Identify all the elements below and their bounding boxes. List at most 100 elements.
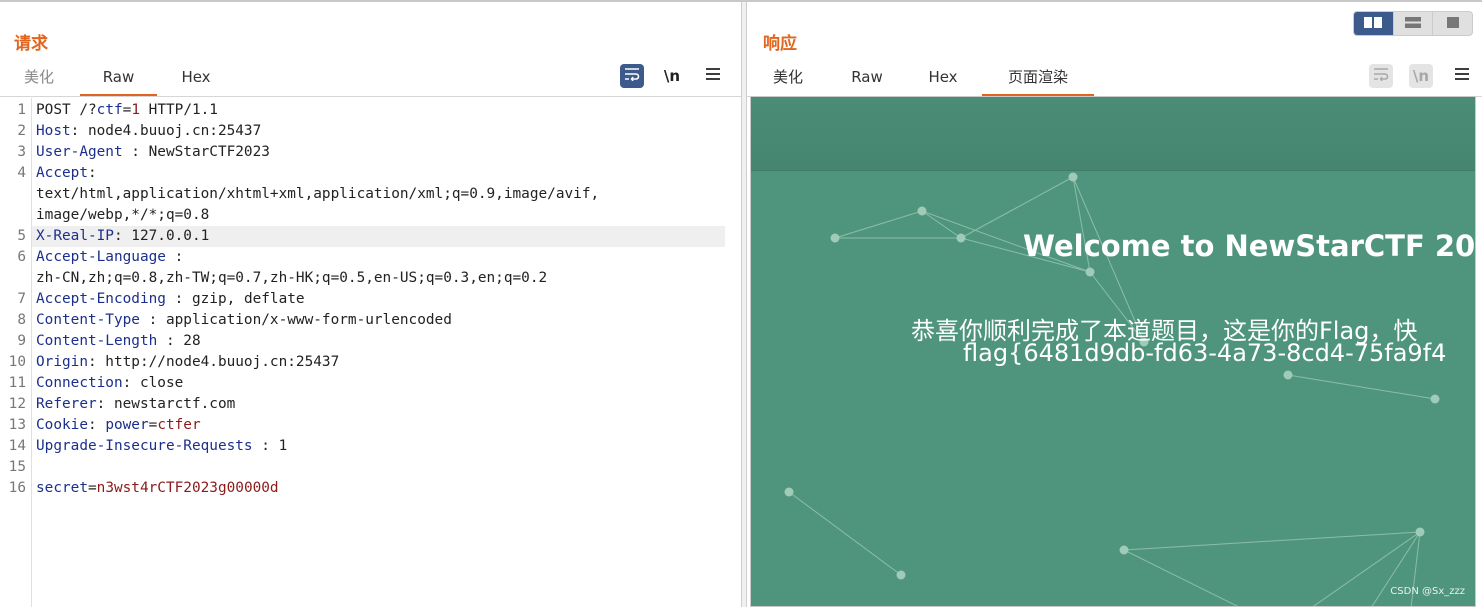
line-number: 12 xyxy=(8,396,26,412)
request-pane: 请求 美化 Raw Hex \n 1 POST /?ctf=1 HTTP/1.1 2… xyxy=(0,2,741,607)
single-pane-button[interactable] xyxy=(1432,12,1472,35)
request-editor[interactable]: 1 POST /?ctf=1 HTTP/1.1 2 Host: node4.buuoj… xyxy=(0,98,741,607)
syntax-text: : 1 xyxy=(252,438,288,454)
code-line[interactable]: 16 secret=n3wst4rCTF2023g00000d xyxy=(0,478,741,499)
code-text: Accept-Language : xyxy=(36,247,183,268)
code-text: Origin: http://node4.buuoj.cn:25437 xyxy=(36,352,339,373)
response-wrap-lines-button[interactable] xyxy=(1369,64,1393,88)
wrapped-line-continuation: image/webp,*/*;q=0.8 xyxy=(36,207,210,223)
code-line[interactable]: 12 Referer: newstarctf.com xyxy=(0,394,741,415)
code-text: Cookie: power=ctfer xyxy=(36,415,201,436)
response-show-newlines-button[interactable]: \n xyxy=(1409,64,1433,88)
split-rows-button[interactable] xyxy=(1392,12,1433,35)
hamburger-menu-icon xyxy=(706,67,720,85)
rendered-flag-text: flag{6481d9db-fd63-4a73-8cd4-75fa9f4 xyxy=(963,339,1447,367)
syntax-key: Origin xyxy=(36,354,88,370)
syntax-key: Content-Length xyxy=(36,333,158,349)
wrapped-line-continuation: text/html,application/xhtml+xml,applicat… xyxy=(36,186,600,202)
syntax-text: : 28 xyxy=(157,333,201,349)
line-number: 11 xyxy=(8,375,26,391)
wrap-lines-icon xyxy=(1373,67,1389,86)
syntax-key: secret xyxy=(36,480,88,496)
code-line[interactable]: 2 Host: node4.buuoj.cn:25437 xyxy=(0,121,741,142)
line-number: 6 xyxy=(17,249,26,265)
show-newlines-button[interactable]: \n xyxy=(660,64,684,88)
code-text: POST /?ctf=1 HTTP/1.1 xyxy=(36,100,218,121)
code-line[interactable]: 4 Accept: xyxy=(0,163,741,184)
response-tab-pretty[interactable]: 美化 xyxy=(763,60,813,95)
syntax-key: Connection xyxy=(36,375,123,391)
code-line[interactable]: 1 POST /?ctf=1 HTTP/1.1 xyxy=(0,100,741,121)
code-line[interactable]: 6 Accept-Language : xyxy=(0,247,741,268)
line-number: 8 xyxy=(17,312,26,328)
request-tab-raw[interactable]: Raw xyxy=(80,60,157,97)
request-tab-hex[interactable]: Hex xyxy=(170,60,222,95)
code-text: Connection: close xyxy=(36,373,183,394)
syntax-key: Accept xyxy=(36,165,88,181)
response-pane: 响应 美化 Raw Hex 页面渲染 \n Welcome to NewStar… xyxy=(747,2,1482,607)
code-line[interactable]: 8 Content-Type : application/x-www-form-u… xyxy=(0,310,741,331)
code-text: Upgrade-Insecure-Requests : 1 xyxy=(36,436,287,457)
request-tab-pretty[interactable]: 美化 xyxy=(14,60,64,95)
response-tab-render[interactable]: 页面渲染 xyxy=(982,60,1094,97)
line-number: 4 xyxy=(17,165,26,181)
response-newline-label: \n xyxy=(1412,67,1430,85)
code-line[interactable]: 7 Accept-Encoding : gzip, deflate xyxy=(0,289,741,310)
syntax-key: Accept-Language xyxy=(36,249,166,265)
wrap-lines-button[interactable] xyxy=(620,64,644,88)
code-text: secret=n3wst4rCTF2023g00000d xyxy=(36,478,279,499)
line-number: 3 xyxy=(17,144,26,160)
syntax-text: POST /? xyxy=(36,102,97,118)
syntax-text: : xyxy=(165,249,184,265)
response-menu-button[interactable] xyxy=(1450,64,1474,88)
line-number: 2 xyxy=(17,123,26,139)
line-number: 10 xyxy=(8,354,26,370)
line-number: 7 xyxy=(17,291,26,307)
response-tab-hex[interactable]: Hex xyxy=(917,60,969,95)
code-text: Host: node4.buuoj.cn:25437 xyxy=(36,121,261,142)
line-number: 16 xyxy=(8,480,26,496)
syntax-param-value: n3wst4rCTF2023g00000d xyxy=(96,480,279,496)
syntax-key: Cookie xyxy=(36,417,88,433)
code-line[interactable]: 14 Upgrade-Insecure-Requests : 1 xyxy=(0,436,741,457)
syntax-key: ctf xyxy=(96,102,123,118)
line-number: 13 xyxy=(8,417,26,433)
syntax-key: Content-Type xyxy=(36,312,140,328)
code-text: Accept: xyxy=(36,163,97,184)
syntax-text: = xyxy=(87,480,97,496)
code-text: User-Agent : NewStarCTF2023 xyxy=(36,142,270,163)
code-text: Referer: newstarctf.com xyxy=(36,394,235,415)
request-menu-button[interactable] xyxy=(701,64,725,88)
newline-label: \n xyxy=(663,67,681,85)
syntax-text: : close xyxy=(122,375,184,391)
wrapped-line-continuation: zh-CN,zh;q=0.8,zh-TW;q=0.7,zh-HK;q=0.5,e… xyxy=(36,270,548,286)
syntax-text: : gzip, deflate xyxy=(165,291,305,307)
response-tab-raw[interactable]: Raw xyxy=(839,60,895,95)
request-tabs-rule xyxy=(0,96,741,97)
code-line[interactable]: 10 Origin: http://node4.buuoj.cn:25437 xyxy=(0,352,741,373)
syntax-key: Accept-Encoding xyxy=(36,291,166,307)
syntax-text: : node4.buuoj.cn:25437 xyxy=(70,123,262,139)
single-pane-icon xyxy=(1446,15,1459,33)
line-number: 5 xyxy=(17,228,26,244)
syntax-key: Referer xyxy=(36,396,97,412)
syntax-key: Host xyxy=(36,123,71,139)
syntax-key: X-Real-IP xyxy=(36,228,114,244)
csdn-watermark: CSDN @Sx_zzz xyxy=(1390,586,1465,597)
request-title: 请求 xyxy=(14,34,48,54)
code-line[interactable]: 11 Connection: close xyxy=(0,373,741,394)
syntax-text: : application/x-www-form-urlencoded xyxy=(139,312,452,328)
syntax-text: : http://node4.buuoj.cn:25437 xyxy=(87,354,340,370)
layout-toggle-group xyxy=(1353,11,1473,36)
code-line[interactable]: 5 X-Real-IP: 127.0.0.1 xyxy=(0,226,741,247)
syntax-param-value: 1 xyxy=(131,102,140,118)
split-columns-button[interactable] xyxy=(1354,12,1393,35)
code-line[interactable]: 3 User-Agent : NewStarCTF2023 xyxy=(0,142,741,163)
rendered-page-view[interactable]: Welcome to NewStarCTF 2023 恭喜你顺利完成了本道题目，… xyxy=(750,96,1476,607)
line-number: 1 xyxy=(17,102,26,118)
hamburger-menu-icon xyxy=(1455,67,1469,85)
syntax-text: : xyxy=(87,417,106,433)
code-line[interactable]: 15 xyxy=(0,457,741,478)
code-line[interactable]: 13 Cookie: power=ctfer xyxy=(0,415,741,436)
code-line[interactable]: 9 Content-Length : 28 xyxy=(0,331,741,352)
